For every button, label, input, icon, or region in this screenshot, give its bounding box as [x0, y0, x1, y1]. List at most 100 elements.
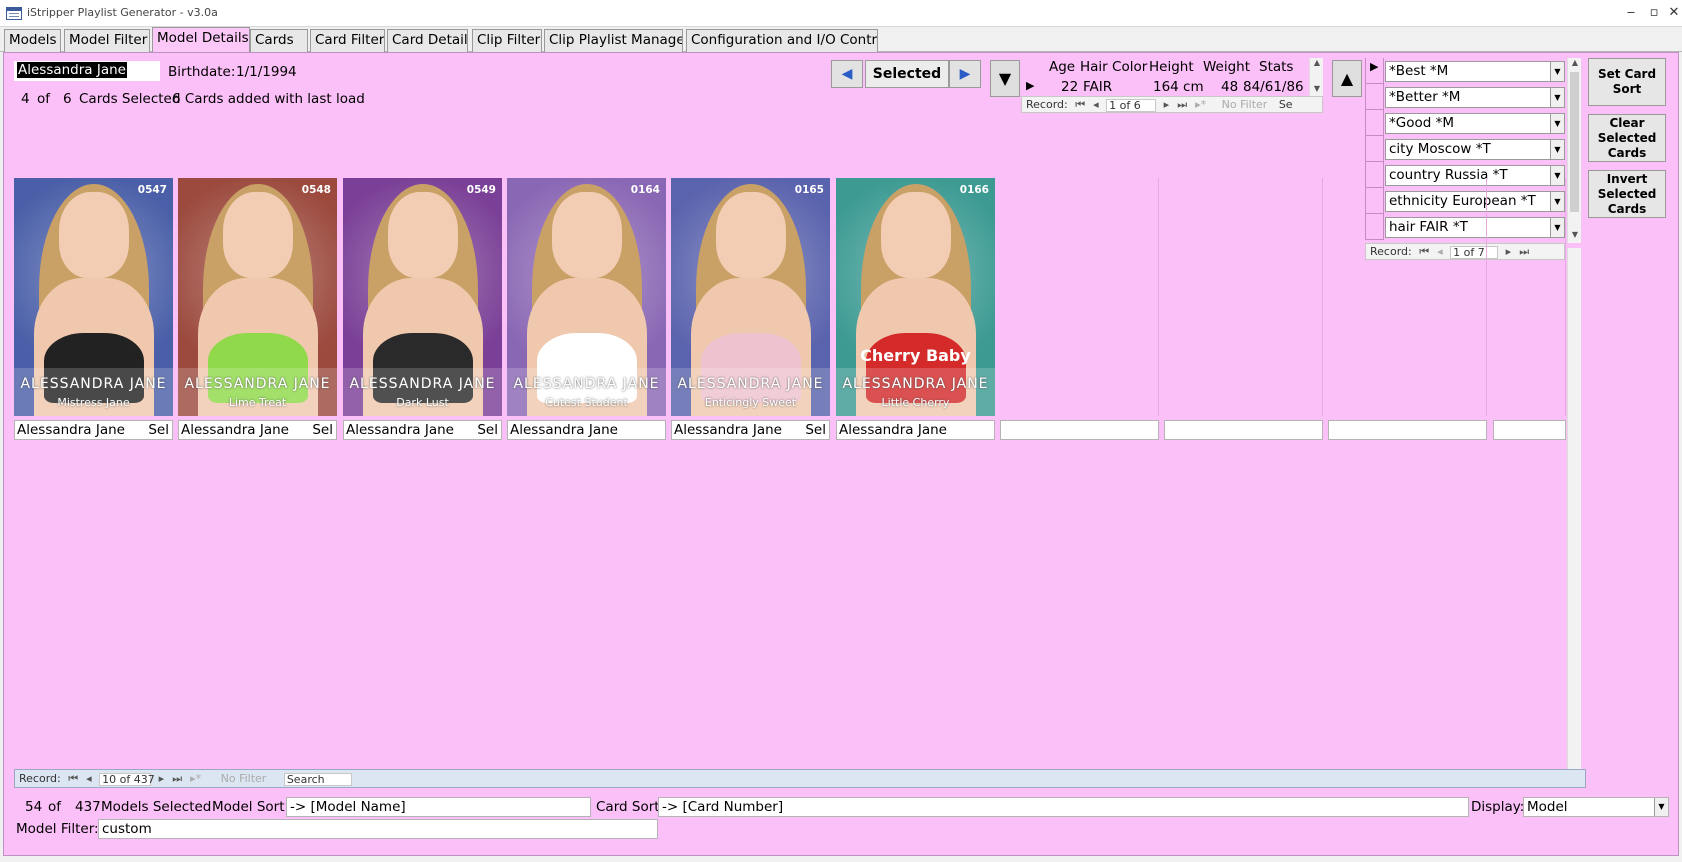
empty-caption-field[interactable] — [1493, 420, 1566, 440]
maximize-button[interactable]: ▫ — [1645, 3, 1663, 23]
tab-clip-filter[interactable]: Clip Filter — [472, 29, 542, 52]
tab-card-filter[interactable]: Card Filter — [310, 29, 385, 52]
sort-combo[interactable]: *Best *M ▼ — [1385, 61, 1565, 82]
invert-selected-cards-button[interactable]: Invert Selected Cards — [1588, 170, 1666, 218]
set-card-sort-button[interactable]: Set Card Sort — [1588, 58, 1666, 106]
card-caption-field[interactable]: Alessandra Jane Sel — [671, 420, 830, 440]
no-filter-label[interactable]: No Filter — [1222, 98, 1268, 111]
card-caption-field[interactable]: Alessandra Jane — [836, 420, 995, 440]
sort-combo[interactable]: *Better *M ▼ — [1385, 87, 1565, 108]
model-filter-field[interactable]: custom — [98, 819, 658, 839]
sort-combo[interactable]: city Moscow *T ▼ — [1385, 139, 1565, 160]
card-thumbnail[interactable]: 0165 ALESSANDRA JANE Enticingly Sweet — [671, 178, 830, 416]
selected-button[interactable]: Selected — [865, 60, 949, 88]
prev-record-icon[interactable]: ◂ — [86, 772, 92, 785]
stat-measurements: 84/61/86 — [1243, 79, 1304, 95]
model-name-field[interactable]: Alessandra Jane — [14, 61, 160, 81]
tab-configuration-io-control[interactable]: Configuration and I/O Control — [686, 29, 878, 52]
scroll-up-icon[interactable]: ▲ — [1310, 58, 1324, 70]
card-thumbnail[interactable]: 0164 ALESSANDRA JANE Cutest Student — [507, 178, 666, 416]
sort-list-scrollbar[interactable]: ▲ ▼ — [1567, 58, 1581, 243]
display-label: Display: — [1471, 799, 1525, 815]
stat-height: 164 cm — [1153, 79, 1204, 95]
sort-list-current-selector[interactable]: ▶ — [1365, 58, 1384, 84]
sort-list-selector[interactable] — [1365, 110, 1384, 136]
last-record-icon[interactable]: ⏭ — [172, 772, 182, 785]
dropdown-arrow-icon[interactable]: ▼ — [1550, 140, 1564, 159]
scroll-down-icon[interactable]: ▼ — [1310, 84, 1324, 96]
stat-header-age: Age — [1049, 59, 1076, 75]
stats-scrollbar[interactable]: ▲ ▼ — [1309, 58, 1323, 96]
sort-list-selector[interactable] — [1365, 84, 1384, 110]
stat-weight: 48 — [1221, 79, 1239, 95]
display-value: Model — [1527, 799, 1568, 815]
card-thumbnail[interactable]: 0549 ALESSANDRA JANE Dark Lust — [343, 178, 502, 416]
card-caption-field[interactable]: Alessandra Jane — [507, 420, 666, 440]
stat-header-weight: Weight — [1203, 59, 1251, 75]
main-scrollbar[interactable] — [1567, 248, 1581, 769]
sort-combo[interactable]: *Good *M ▼ — [1385, 113, 1565, 134]
prev-record-icon[interactable]: ◂ — [1093, 98, 1099, 111]
birthdate-value: 1/1/1994 — [236, 64, 297, 80]
card-caption-field[interactable]: Alessandra Jane Sel — [178, 420, 337, 440]
search-box[interactable]: Search — [283, 772, 352, 786]
card-number: 0166 — [959, 184, 989, 196]
card-figure-head — [387, 192, 458, 278]
empty-caption-field[interactable] — [1000, 420, 1159, 440]
card-model-name: ALESSANDRA JANE — [184, 376, 331, 392]
dropdown-arrow-icon[interactable]: ▼ — [1550, 62, 1564, 81]
display-select[interactable]: Model ▼ — [1523, 797, 1669, 817]
card-caption-field[interactable]: Alessandra Jane Sel — [343, 420, 502, 440]
next-record-icon[interactable]: ▸ — [159, 772, 165, 785]
tab-model-filter[interactable]: Model Filter — [64, 29, 150, 52]
model-sort-field[interactable]: -> [Model Name] — [286, 797, 591, 817]
dropdown-arrow-icon[interactable]: ▼ — [1550, 114, 1564, 133]
card-number: 0548 — [301, 184, 331, 196]
sort-combo-value: city Moscow *T — [1389, 141, 1491, 157]
up-arrow-button[interactable]: ▲ — [1332, 60, 1362, 97]
first-record-icon[interactable]: ⏮ — [68, 772, 78, 785]
prev-card-button[interactable]: ◀ — [831, 60, 863, 88]
scroll-thumb[interactable] — [1570, 72, 1579, 212]
card-thumbnail[interactable]: 0547 ALESSANDRA JANE Mistress Jane — [14, 178, 173, 416]
record-position[interactable]: 1 of 6 — [1106, 98, 1157, 112]
scroll-up-icon[interactable]: ▲ — [1568, 58, 1582, 70]
sort-list-selector[interactable] — [1365, 136, 1384, 162]
next-record-icon[interactable]: ▸ — [1164, 98, 1170, 111]
models-selected-count: 54 — [25, 799, 43, 815]
card-title: Cutest Student — [545, 396, 628, 409]
tab-model-details[interactable]: Model Details — [152, 27, 250, 53]
empty-caption-field[interactable] — [1328, 420, 1487, 440]
tab-card-details[interactable]: Card Details — [387, 29, 468, 52]
stat-header-hair-color: Hair Color — [1080, 59, 1148, 75]
card-sort-label: Card Sort: — [596, 799, 665, 815]
tab-cards[interactable]: Cards — [250, 29, 308, 52]
close-button[interactable]: ✕ — [1665, 3, 1682, 23]
minimize-button[interactable]: ‒ — [1622, 3, 1640, 23]
dropdown-arrow-icon[interactable]: ▼ — [1550, 88, 1564, 107]
card-thumbnail[interactable]: 0548 ALESSANDRA JANE Lime Treat — [178, 178, 337, 416]
clear-selected-cards-button[interactable]: Clear Selected Cards — [1588, 114, 1666, 162]
empty-card-slot — [1328, 178, 1487, 416]
stats-record-navigator: Record: ⏮ ◂ 1 of 6 ▸ ⏭ ▸* No Filter Se — [1021, 96, 1323, 113]
dropdown-arrow-icon[interactable]: ▼ — [1654, 798, 1668, 816]
tab-clip-playlist-manager[interactable]: Clip Playlist Manager — [544, 29, 683, 52]
window-title: iStripper Playlist Generator - v3.0a — [27, 6, 218, 19]
card-thumbnail[interactable]: Cherry Baby 0166 ALESSANDRA JANE Little Che… — [836, 178, 995, 416]
last-record-icon[interactable]: ⏭ — [1177, 98, 1187, 111]
search-label[interactable]: Se — [1279, 98, 1293, 111]
models-total-count: 437 — [75, 799, 101, 815]
no-filter-label[interactable]: No Filter — [221, 772, 267, 785]
card-caption-field[interactable]: Alessandra Jane Sel — [14, 420, 173, 440]
down-arrow-button[interactable]: ▼ — [990, 60, 1020, 97]
tab-models[interactable]: Models — [4, 29, 61, 52]
first-record-icon[interactable]: ⏮ — [1075, 98, 1085, 111]
stats-record-selector[interactable]: ▶ — [1021, 77, 1041, 96]
empty-caption-field[interactable] — [1164, 420, 1323, 440]
card-title: Lime Treat — [228, 396, 287, 409]
record-position[interactable]: 10 of 437 — [99, 772, 155, 786]
card-sort-field[interactable]: -> [Card Number] — [658, 797, 1469, 817]
next-card-button[interactable]: ▶ — [949, 60, 981, 88]
scroll-down-icon[interactable]: ▼ — [1568, 230, 1582, 242]
cards-of-label: of — [37, 91, 51, 107]
